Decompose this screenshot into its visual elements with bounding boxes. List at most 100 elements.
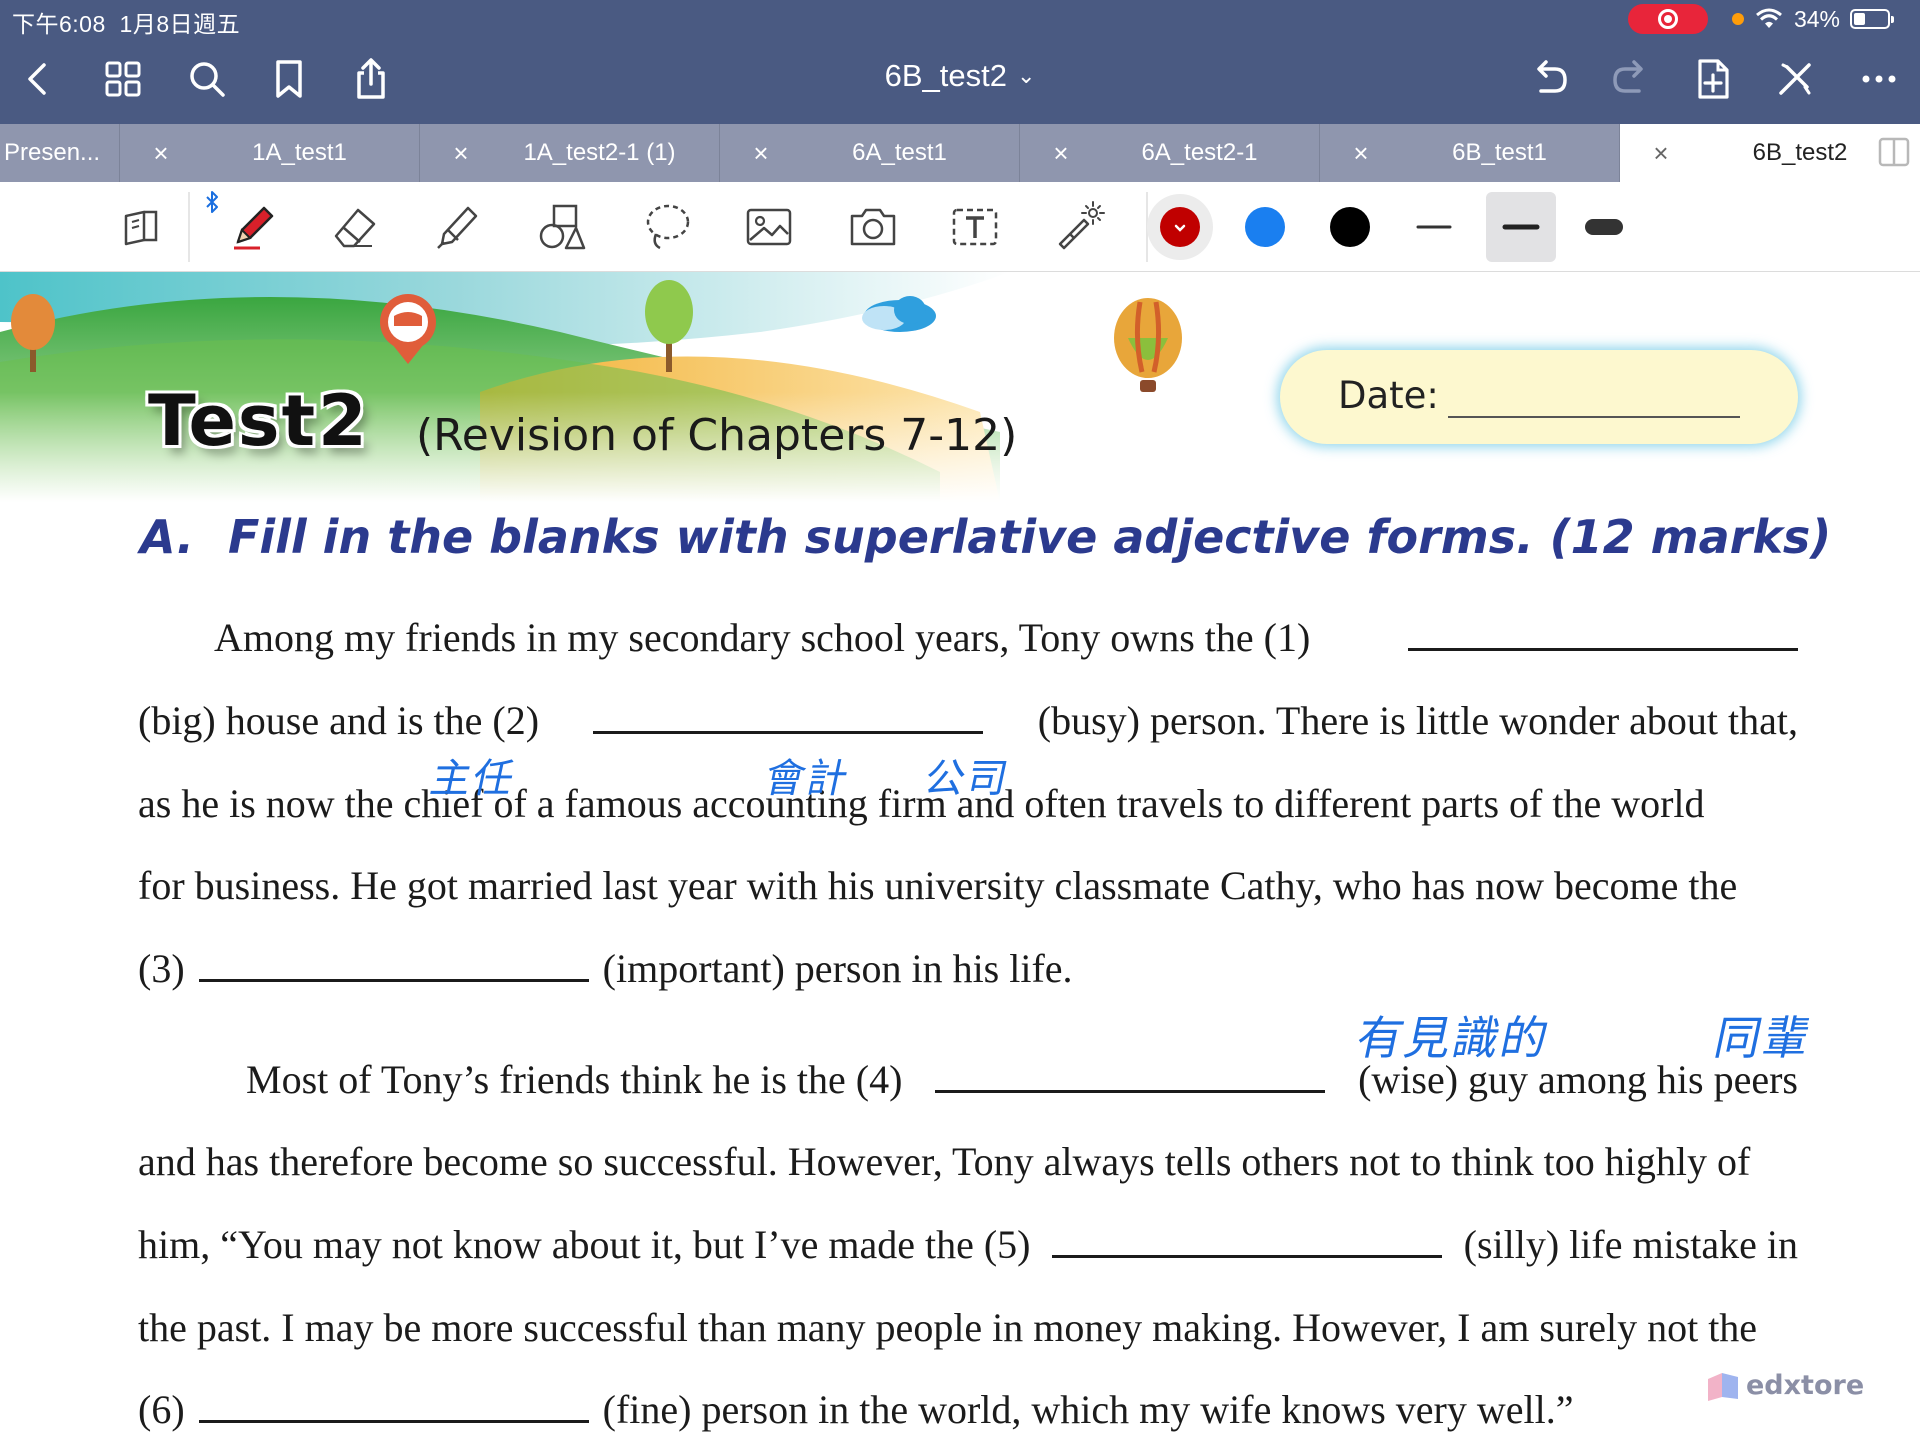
answer-blank-6[interactable]: [198, 1395, 589, 1423]
handwritten-note[interactable]: 有見識的: [1351, 1002, 1557, 1068]
tab-presentation[interactable]: Presen...: [0, 124, 120, 182]
text-box-tool-button[interactable]: [942, 194, 1008, 260]
add-page-button[interactable]: [1686, 52, 1740, 106]
text-line: Among my friends in my secondary school …: [214, 614, 1798, 661]
read-mode-icon: [124, 210, 158, 246]
stroke-thick-button[interactable]: [1571, 194, 1637, 260]
tab-6a-test2-1[interactable]: × 6A_test2-1: [1020, 124, 1320, 182]
more-icon: [1862, 75, 1896, 83]
answer-blank-5[interactable]: [1052, 1230, 1443, 1258]
text-box-icon: [952, 208, 998, 246]
color-black-button[interactable]: [1317, 194, 1383, 260]
text-line: him, “You may not know about it, but I’v…: [138, 1221, 1798, 1268]
bookmark-button[interactable]: [262, 52, 316, 106]
undo-button[interactable]: [1522, 52, 1576, 106]
date-blank[interactable]: [1448, 416, 1740, 418]
tab-label: Presen...: [4, 139, 101, 166]
handwritten-note[interactable]: 主任: [426, 746, 522, 804]
back-chevron-icon: [28, 63, 46, 95]
watermark-text: edxtore: [1746, 1370, 1865, 1401]
back-button[interactable]: [12, 52, 66, 106]
shapes-icon: [539, 204, 586, 250]
battery-percent: 34%: [1793, 5, 1840, 32]
handwritten-note[interactable]: 同輩: [1709, 1002, 1819, 1068]
laser-pointer-icon: [1058, 201, 1105, 250]
watermark: edxtore: [1706, 1370, 1864, 1401]
answer-blank-2[interactable]: [593, 706, 984, 734]
read-mode-button[interactable]: [108, 194, 174, 260]
undo-icon: [1537, 60, 1567, 93]
lasso-tool-button[interactable]: [634, 194, 700, 260]
tab-label: 6B_test2: [1752, 139, 1848, 166]
tab-1a-test1[interactable]: × 1A_test1: [120, 124, 420, 182]
tab-close-icon[interactable]: ×: [1646, 138, 1676, 168]
line-text: (important) person in his life.: [602, 946, 1073, 991]
tab-close-icon[interactable]: ×: [146, 138, 176, 168]
status-date: 1月8日週五: [119, 11, 241, 37]
more-button[interactable]: [1852, 52, 1906, 106]
line-text: (fine) person in the world, which my wif…: [602, 1387, 1574, 1432]
document-title-button[interactable]: 6B_test2 ⌄: [885, 58, 1036, 93]
stroke-thin-icon: [1416, 225, 1452, 229]
text-line: (6) (fine) person in the world, which my…: [138, 1386, 1798, 1433]
color-blue-button[interactable]: [1232, 194, 1298, 260]
battery-icon: [1850, 9, 1894, 29]
tab-close-icon[interactable]: ×: [746, 138, 776, 168]
color-swatch-blue: [1245, 207, 1285, 247]
tab-6b-test1[interactable]: × 6B_test1: [1320, 124, 1620, 182]
stroke-thin-button[interactable]: [1401, 194, 1467, 260]
answer-blank-4[interactable]: [935, 1065, 1326, 1093]
bluetooth-icon: [206, 191, 218, 213]
tab-close-icon[interactable]: ×: [1346, 138, 1376, 168]
highlighter-tool-button[interactable]: [424, 194, 490, 260]
date-box: Date:: [1280, 350, 1798, 444]
edxtore-logo-icon: [1708, 1372, 1738, 1401]
tab-6a-test1[interactable]: × 6A_test1: [720, 124, 1020, 182]
document-page[interactable]: Test 2 (Revision of Chapters 7-12) Date:…: [0, 272, 1920, 1440]
text-line: the past. I may be more successful than …: [138, 1304, 1798, 1351]
tab-1a-test2-1[interactable]: × 1A_test2-1 (1): [420, 124, 720, 182]
color-red-button[interactable]: [1147, 194, 1213, 260]
search-button[interactable]: [180, 52, 234, 106]
toolbar-divider: [188, 192, 190, 262]
line-text: and has therefore become so successful. …: [138, 1139, 1751, 1184]
page-grid-button[interactable]: [96, 52, 150, 106]
tab-6b-test2[interactable]: × 6B_test2: [1620, 124, 1920, 182]
stroke-medium-button[interactable]: [1486, 192, 1556, 262]
screen-recording-indicator[interactable]: [1627, 4, 1708, 34]
share-button[interactable]: [344, 52, 398, 106]
tab-label: 6A_test1: [852, 139, 947, 166]
split-view-icon[interactable]: [1878, 137, 1910, 167]
tab-close-icon[interactable]: ×: [1046, 138, 1076, 168]
handwritten-note[interactable]: 會計: [760, 746, 856, 804]
line-text: for business. He got married last year w…: [138, 863, 1738, 908]
search-icon: [190, 62, 225, 97]
close-toolbar-icon: [1779, 63, 1811, 95]
hot-air-balloon: [1114, 298, 1182, 392]
line-text: (silly) life mistake in: [1463, 1222, 1798, 1267]
top-bar: 下午6:08 1月8日週五 34% 6B_test2 ⌄: [0, 0, 1920, 124]
grid-icon: [105, 61, 141, 97]
tab-close-icon[interactable]: ×: [446, 138, 476, 168]
pen-icon: [234, 206, 274, 250]
answer-blank-1[interactable]: [1408, 623, 1798, 651]
share-icon: [357, 58, 385, 99]
redo-button[interactable]: [1604, 52, 1658, 106]
line-text: the past. I may be more successful than …: [138, 1305, 1758, 1350]
pen-tool-button[interactable]: [220, 194, 286, 260]
hide-toolbar-button[interactable]: [1768, 52, 1822, 106]
laser-pointer-tool-button[interactable]: [1046, 194, 1112, 260]
bookmark-icon: [276, 60, 302, 98]
text-line: and has therefore become so successful. …: [138, 1138, 1798, 1185]
camera-tool-button[interactable]: [840, 194, 906, 260]
eraser-tool-button[interactable]: [322, 194, 388, 260]
text-line: for business. He got married last year w…: [138, 862, 1798, 909]
stroke-thick-icon: [1585, 219, 1623, 235]
image-tool-button[interactable]: [736, 194, 802, 260]
test-number: 2: [318, 380, 367, 462]
date-label: Date:: [1338, 374, 1439, 417]
add-page-icon: [1698, 59, 1729, 99]
answer-blank-3[interactable]: [198, 954, 589, 982]
handwritten-note[interactable]: 公司: [920, 746, 1016, 804]
shapes-tool-button[interactable]: [528, 194, 594, 260]
